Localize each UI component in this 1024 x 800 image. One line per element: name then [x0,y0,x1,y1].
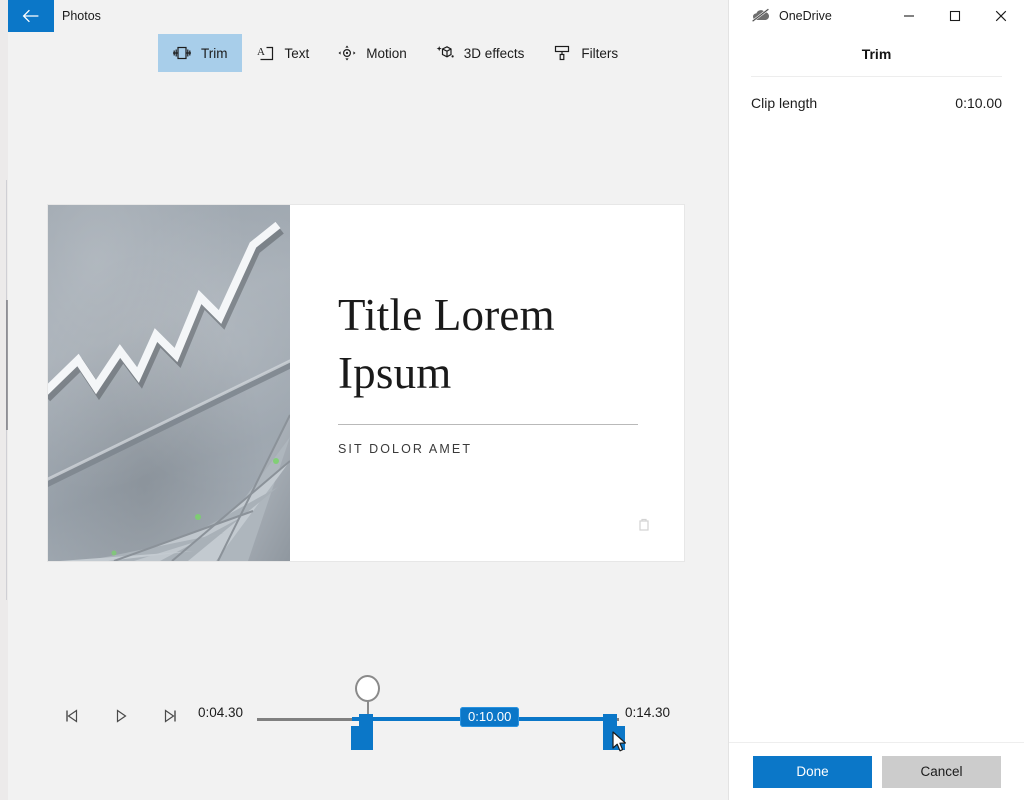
tab-filters[interactable]: Filters [538,34,632,72]
playhead-knob-icon[interactable] [355,675,380,702]
tab-filters-label: Filters [581,45,619,61]
close-icon [995,10,1007,22]
done-button[interactable]: Done [753,755,872,788]
timeline-end-time: 0:14.30 [625,705,671,720]
tab-3d-effects-label: 3D effects [463,45,525,61]
selection-duration-badge: 0:10.00 [460,707,520,727]
onedrive-brand-label: OneDrive [779,9,832,23]
preview-photo [48,205,290,561]
clip-length-value: 0:10.00 [955,95,1002,111]
svg-text:A: A [257,46,265,58]
text-icon: A [256,43,276,63]
back-button[interactable] [8,0,54,32]
preview-subtitle: SIT DOLOR AMET [338,442,473,457]
editor-toolbar: Trim A Text Motion 3D effects Filters [158,34,632,72]
watermark-icon [639,518,649,531]
play-button[interactable] [112,708,130,724]
photo-artwork [48,221,290,561]
trim-icon [172,43,192,63]
trim-panel: OneDrive Trim Clip length 0:10.00 Done C… [728,0,1024,800]
timeline-start-time: 0:04.30 [198,705,244,720]
trim-handle-left-icon [351,714,373,750]
play-icon [116,709,127,723]
preview-divider [338,424,638,426]
maximize-button[interactable] [932,0,978,32]
cancel-button[interactable]: Cancel [882,755,1001,788]
trim-handle-right[interactable] [603,714,627,750]
panel-actions: Done Cancel [729,742,1024,800]
preview-text-panel: Title Lorem Ipsum SIT DOLOR AMET [290,205,684,561]
panel-title: Trim [861,46,892,62]
tab-text[interactable]: A Text [242,34,324,72]
app-root: Photos Trim A Text Motion 3D effects Fil… [0,0,1024,800]
window-buttons [886,0,1024,32]
trim-handle-right-icon [603,714,625,750]
next-frame-button[interactable] [160,708,178,724]
app-title: Photos [62,9,101,23]
motion-icon [337,43,357,63]
tab-motion[interactable]: Motion [323,34,421,72]
back-arrow-icon [22,9,40,23]
tab-motion-label: Motion [366,45,407,61]
tab-text-label: Text [284,45,310,61]
trim-handle-left[interactable] [349,714,373,750]
onedrive-brand: OneDrive [751,0,832,32]
maximize-icon [949,10,961,22]
clip-length-row: Clip length 0:10.00 [729,77,1024,111]
background-window-strip [0,0,8,800]
onedrive-paused-cloud-icon [751,7,770,25]
tab-trim[interactable]: Trim [158,34,242,72]
video-preview[interactable]: Title Lorem Ipsum SIT DOLOR AMET [48,205,684,561]
minimize-button[interactable] [886,0,932,32]
cube-sparkle-icon [435,43,455,63]
previous-frame-icon [66,709,78,723]
filters-brush-icon [552,43,572,63]
tab-trim-label: Trim [201,45,228,61]
previous-frame-button[interactable] [64,708,82,724]
next-frame-icon [164,709,176,723]
panel-titlebar: OneDrive [729,0,1024,32]
clip-length-label: Clip length [751,95,818,111]
close-button[interactable] [978,0,1024,32]
tab-3d-effects[interactable]: 3D effects [421,34,539,72]
preview-title: Title Lorem Ipsum [338,290,555,398]
minimize-icon [904,15,914,17]
